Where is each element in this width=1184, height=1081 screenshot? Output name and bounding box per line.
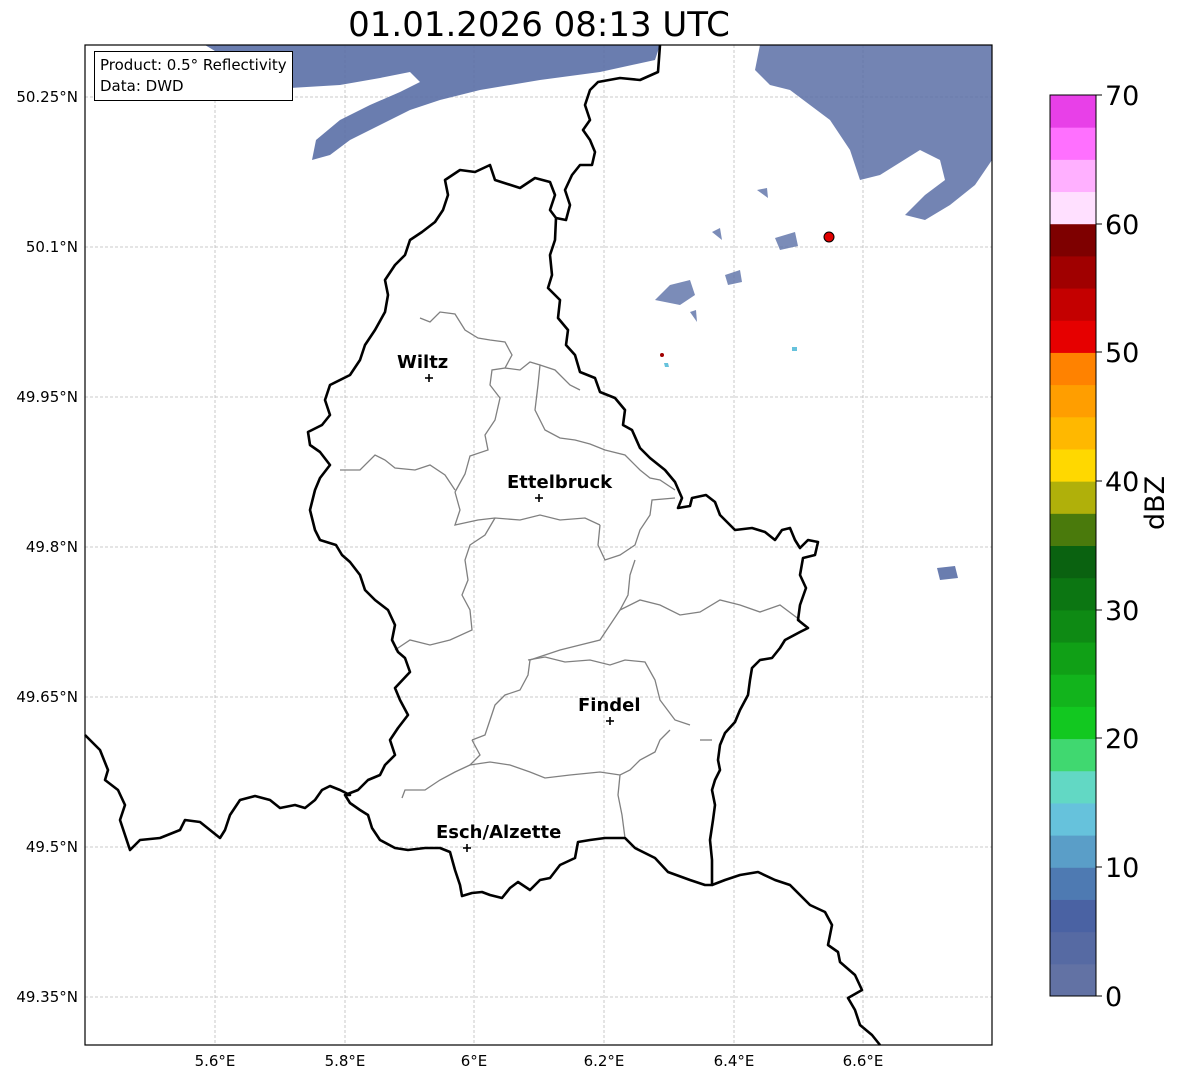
colorbar-segment (1050, 545, 1096, 579)
colorbar-tick-label: 10 (1105, 853, 1139, 884)
colorbar-title: dBZ (1140, 475, 1171, 530)
longitude-labels: 5.6°E 5.8°E 6°E 6.2°E 6.4°E 6.6°E (195, 1052, 884, 1070)
lat-label: 49.65°N (16, 688, 78, 706)
radar-echo-east (937, 566, 958, 580)
colorbar-segment (1050, 288, 1096, 321)
city-label-ettelbruck: Ettelbruck (507, 472, 613, 493)
lon-label: 6°E (461, 1052, 488, 1070)
lon-label: 6.2°E (584, 1052, 625, 1070)
colorbar-tick-label: 50 (1105, 338, 1139, 369)
colorbar-segment (1050, 706, 1096, 740)
lat-label: 49.5°N (26, 838, 78, 856)
colorbar-segment (1050, 352, 1096, 386)
lon-label: 6.6°E (843, 1052, 884, 1070)
lat-label: 50.25°N (16, 88, 78, 106)
colorbar-segment (1050, 835, 1096, 868)
lon-label: 5.8°E (325, 1052, 366, 1070)
station-marker[interactable] (823, 231, 835, 243)
colorbar-tick-label: 30 (1105, 596, 1139, 627)
colorbar-segment (1050, 963, 1096, 997)
lat-label: 49.95°N (16, 388, 78, 406)
map-canvas: Wiltz Ettelbruck Findel Esch/Alzette 50.… (16, 44, 1139, 1070)
city-label-findel: Findel (578, 695, 641, 716)
product-info-box: Product: 0.5° Reflectivity Data: DWD (94, 51, 293, 101)
colorbar-segment (1050, 674, 1096, 707)
colorbar-segment (1050, 899, 1096, 933)
lon-label: 6.4°E (714, 1052, 755, 1070)
colorbar-segment (1050, 191, 1096, 225)
colorbar-segment (1050, 127, 1096, 160)
lon-label: 5.6°E (195, 1052, 236, 1070)
lat-label: 49.35°N (16, 988, 78, 1006)
lat-label: 49.8°N (26, 538, 78, 556)
colorbar-segment (1050, 95, 1096, 128)
city-label-esch: Esch/Alzette (436, 822, 561, 843)
colorbar-tick-label: 0 (1105, 982, 1122, 1013)
colorbar-segment (1050, 448, 1096, 482)
colorbar-segment (1050, 481, 1096, 514)
colorbar-segment (1050, 513, 1096, 546)
colorbar-tick-label: 40 (1105, 467, 1139, 498)
colorbar-segment (1050, 223, 1096, 257)
colorbar-segment (1050, 931, 1096, 965)
colorbar (1050, 95, 1096, 997)
city-label-wiltz: Wiltz (397, 352, 448, 373)
colorbar-segment (1050, 642, 1096, 675)
colorbar-segment (1050, 802, 1096, 836)
product-label: Product: 0.5° Reflectivity (100, 56, 287, 74)
latitude-labels: 50.25°N 50.1°N 49.95°N 49.8°N 49.65°N 49… (16, 88, 78, 1006)
colorbar-segment (1050, 609, 1096, 643)
lat-label: 50.1°N (26, 238, 78, 256)
colorbar-segment (1050, 416, 1096, 450)
colorbar-tick-label: 60 (1105, 210, 1139, 241)
map-background (85, 45, 992, 1045)
data-source-label: Data: DWD (100, 77, 184, 95)
colorbar-segment (1050, 384, 1096, 418)
colorbar-tick-label: 20 (1105, 724, 1139, 755)
colorbar-segment (1050, 255, 1096, 289)
colorbar-segment (1050, 867, 1096, 900)
radar-echo-red (660, 353, 664, 357)
colorbar-segment (1050, 320, 1096, 353)
colorbar-ticks (1096, 94, 1102, 997)
colorbar-segment (1050, 738, 1096, 772)
colorbar-segment (1050, 770, 1096, 804)
colorbar-tick-labels: 70 60 50 40 30 20 10 0 (1105, 81, 1139, 1013)
colorbar-tick-label: 70 (1105, 81, 1139, 112)
colorbar-segment (1050, 159, 1096, 193)
colorbar-segment (1050, 577, 1096, 611)
